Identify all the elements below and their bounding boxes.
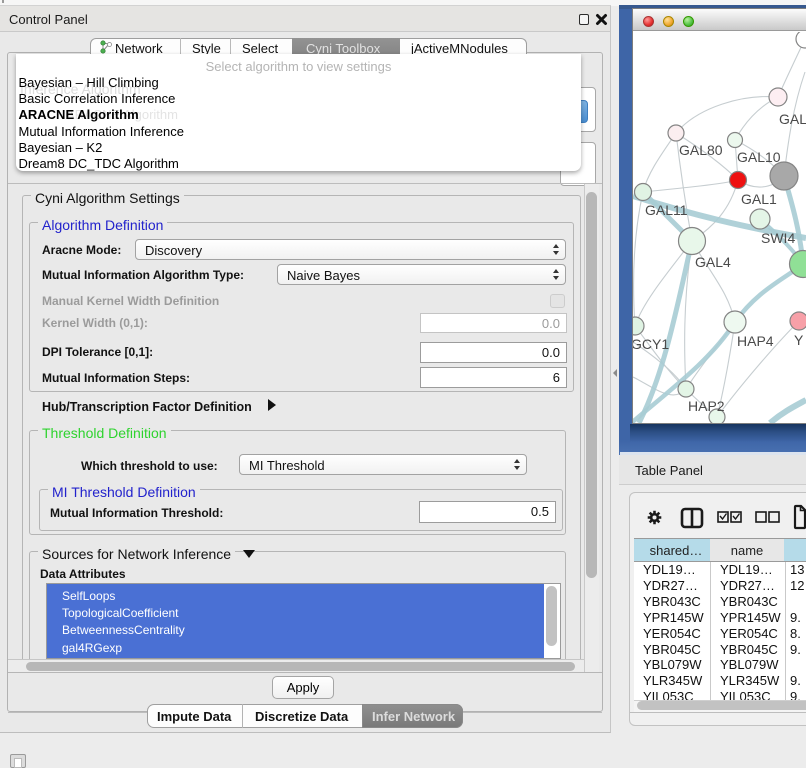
svg-text:GAL10: GAL10 [737,149,781,165]
svg-text:GAL4: GAL4 [695,254,731,270]
svg-text:HAP4: HAP4 [737,333,774,349]
svg-text:GAL1: GAL1 [741,191,777,207]
svg-text:HAP2: HAP2 [688,398,725,414]
svg-text:GAL80: GAL80 [679,142,723,158]
svg-text:Y: Y [794,332,804,348]
svg-text:GCY1: GCY1 [633,336,669,352]
svg-text:SWI4: SWI4 [761,230,795,246]
svg-text:GAL7: GAL7 [779,111,806,127]
svg-text:GAL11: GAL11 [645,202,688,218]
